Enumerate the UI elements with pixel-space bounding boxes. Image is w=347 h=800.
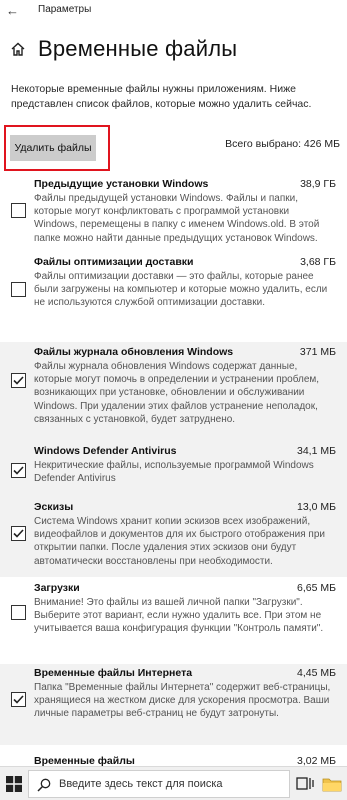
item-size: 4,45 МБ [297,667,336,679]
title-bar: ← Параметры [0,0,347,22]
item-title: Эскизы [34,501,74,513]
item-description: Файлы оптимизации доставки — это файлы, … [34,271,328,309]
list-item[interactable]: Загрузки 6,65 МБ Внимание! Это файлы из … [0,577,347,664]
item-title: Загрузки [34,582,80,594]
item-size: 34,1 МБ [297,445,336,457]
temp-files-list: Предыдущие установки Windows 38,9 ГБ Фай… [0,172,347,775]
total-selected-label: Всего выбрано: 426 МБ [225,138,340,150]
item-size: 6,65 МБ [297,582,336,594]
item-checkbox[interactable] [11,203,26,218]
item-checkbox[interactable] [11,373,26,388]
action-row: Удалить файлы Всего выбрано: 426 МБ [0,125,347,171]
taskbar-search-box[interactable]: Введите здесь текст для поиска [28,770,290,798]
checkmark-icon [13,695,24,704]
description-text: Некоторые временные файлы нужны приложен… [11,83,312,110]
item-description: Файлы предыдущей установки Windows. Файл… [34,193,320,244]
list-item[interactable]: Файлы оптимизации доставки 3,68 ГБ Файлы… [0,254,347,342]
item-description: Некритические файлы, используемые програ… [34,460,314,485]
checkmark-icon [13,466,24,475]
item-title: Временные файлы Интернета [34,667,193,679]
list-item[interactable]: Windows Defender Antivirus 34,1 МБ Некри… [0,440,347,496]
page-header: Временные файлы [0,33,347,67]
item-description: Внимание! Это файлы из вашей личной папк… [34,597,324,635]
item-description: Система Windows хранит копии эскизов все… [34,516,325,567]
item-size: 371 МБ [299,346,336,358]
item-title: Предыдущие установки Windows [34,178,209,190]
windows-logo-icon[interactable] [6,776,22,792]
item-title: Windows Defender Antivirus [34,445,177,457]
delete-files-button[interactable]: Удалить файлы [10,135,96,161]
item-description: Папка "Временные файлы Интернета" содерж… [34,682,331,720]
taskbar: Введите здесь текст для поиска [0,766,347,800]
search-icon [37,778,51,792]
file-explorer-icon[interactable] [322,776,342,792]
item-size: 13,0 МБ [297,501,336,513]
item-size: 38,9 ГБ [300,178,336,190]
list-item[interactable]: Временные файлы Интернета 4,45 МБ Папка … [0,664,347,745]
item-title: Файлы журнала обновления Windows [34,346,234,358]
list-item[interactable]: Эскизы 13,0 МБ Система Windows хранит ко… [0,496,347,577]
back-arrow-icon[interactable]: ← [6,3,22,19]
item-size: 3,68 ГБ [300,256,336,268]
search-placeholder: Введите здесь текст для поиска [59,778,223,790]
item-checkbox[interactable] [11,605,26,620]
item-checkbox[interactable] [11,282,26,297]
list-item[interactable]: Файлы журнала обновления Windows 371 МБ … [0,342,347,440]
window-title: Параметры [38,4,92,15]
list-item[interactable]: Предыдущие установки Windows 38,9 ГБ Фай… [0,172,347,254]
item-title: Файлы оптимизации доставки [34,256,194,268]
item-checkbox[interactable] [11,526,26,541]
task-view-icon[interactable] [296,776,314,792]
checkmark-icon [13,529,24,538]
item-checkbox[interactable] [11,692,26,707]
item-description: Файлы журнала обновления Windows содержа… [34,361,320,425]
checkmark-icon [13,376,24,385]
home-icon[interactable] [10,41,26,57]
item-checkbox[interactable] [11,463,26,478]
page-title: Временные файлы [38,36,238,61]
